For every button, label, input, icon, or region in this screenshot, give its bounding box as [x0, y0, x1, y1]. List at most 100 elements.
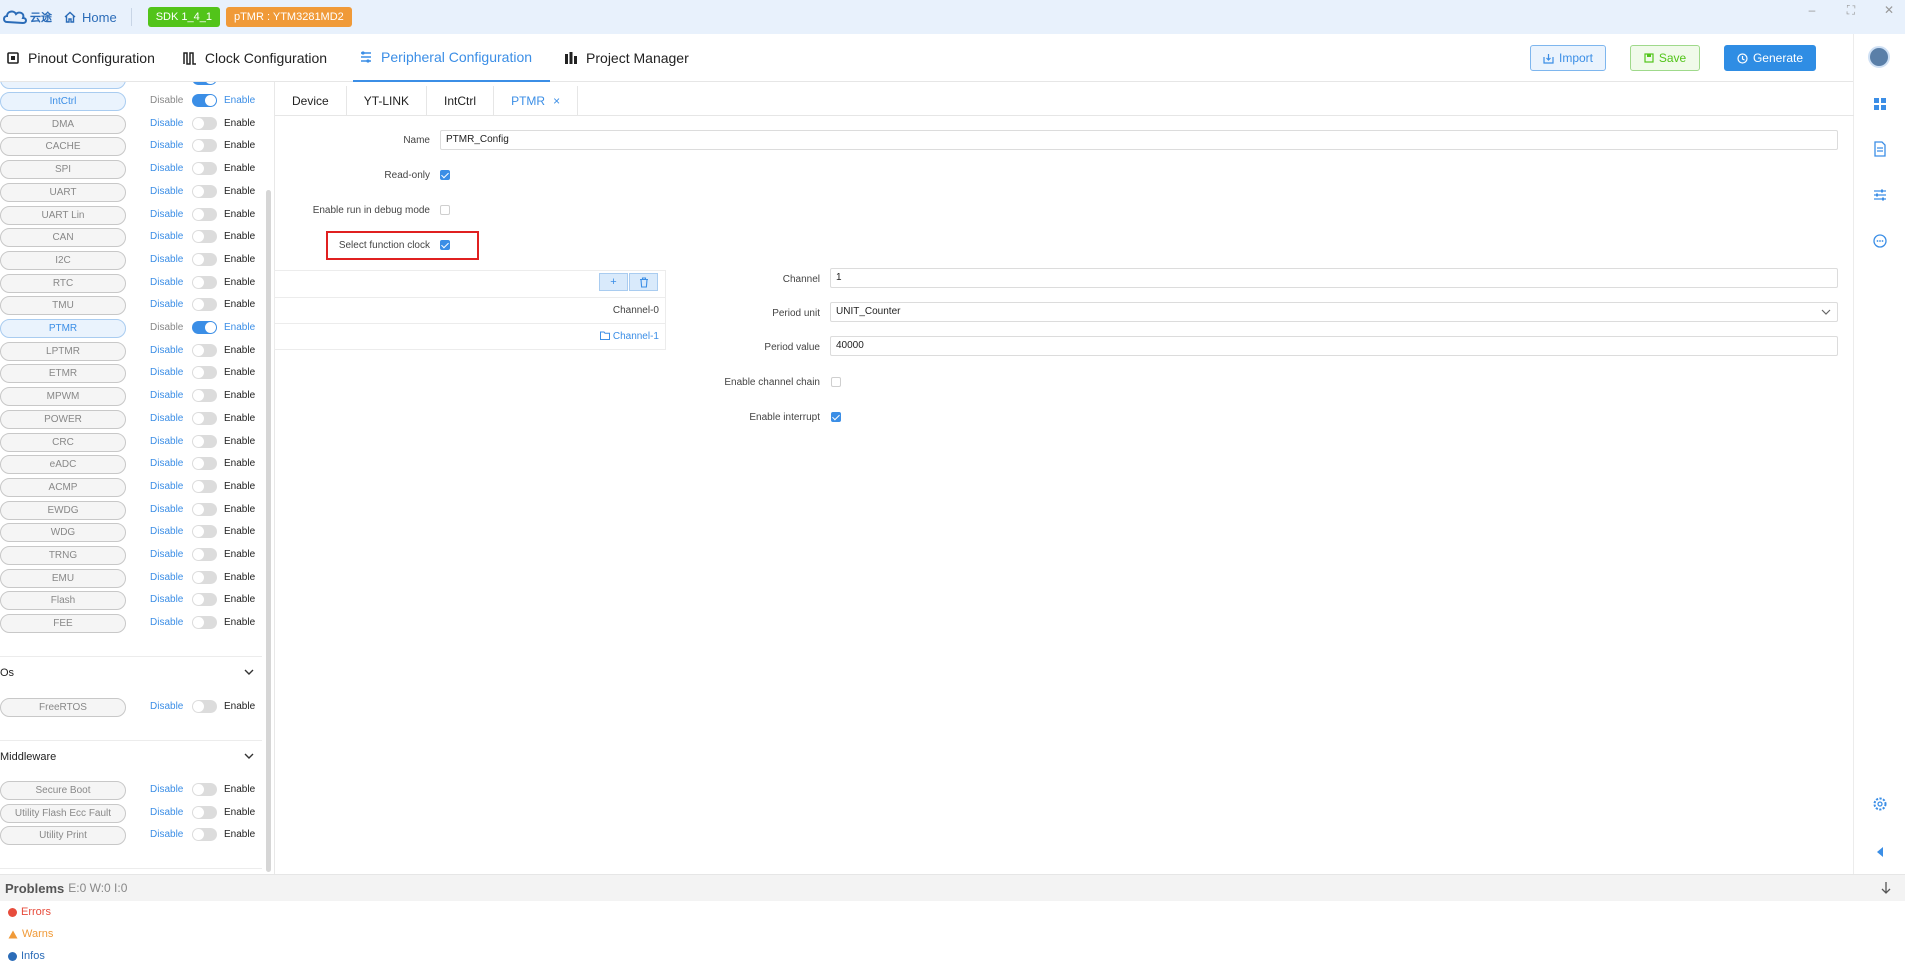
collapse-left-icon[interactable] — [1872, 844, 1888, 860]
peripheral-name[interactable]: MPWM — [0, 387, 126, 407]
sliders-icon[interactable] — [1872, 187, 1888, 203]
enable-toggle[interactable] — [192, 548, 217, 561]
disable-label[interactable]: Disable — [150, 277, 183, 288]
peripheral-name[interactable]: SPI — [0, 160, 126, 180]
disable-label[interactable]: Disable — [150, 617, 183, 628]
peripheral-name[interactable]: CAN — [0, 228, 126, 248]
disable-label[interactable]: Disable — [150, 186, 183, 197]
enable-label[interactable]: Enable — [224, 572, 255, 583]
enable-toggle[interactable] — [192, 434, 217, 448]
peripheral-name[interactable]: EMU — [0, 568, 126, 588]
save-button[interactable]: Save — [1630, 45, 1700, 71]
enable-toggle[interactable] — [192, 502, 217, 516]
enable-toggle[interactable] — [192, 230, 217, 244]
enable-toggle[interactable] — [192, 139, 217, 153]
nav-project-manager[interactable]: Project Manager — [558, 34, 707, 82]
home-link[interactable]: Home — [64, 8, 132, 26]
enable-toggle[interactable] — [192, 275, 217, 289]
disable-label[interactable]: Disable — [150, 829, 183, 840]
peripheral-name[interactable]: I2C — [0, 250, 126, 270]
disable-label[interactable]: Disable — [150, 254, 183, 265]
enable-toggle[interactable] — [192, 828, 217, 842]
minimize-button[interactable]: – — [1797, 0, 1827, 20]
disable-label[interactable]: Disable — [150, 299, 183, 310]
chat-icon[interactable] — [1872, 233, 1888, 249]
arrow-down-icon[interactable] — [1880, 881, 1892, 895]
function-clock-checkbox[interactable] — [440, 240, 450, 250]
enable-label[interactable]: Enable — [224, 549, 255, 560]
peripheral-name[interactable]: IntCtrl — [0, 92, 126, 111]
section-os[interactable]: Os — [0, 656, 262, 686]
peripheral-name[interactable]: TRNG — [0, 546, 126, 565]
peripheral-name[interactable]: ETMR — [0, 364, 126, 384]
disable-label[interactable]: Disable — [150, 367, 183, 378]
peripheral-name[interactable]: FreeRTOS — [0, 698, 126, 717]
enable-toggle[interactable] — [192, 162, 217, 176]
disable-label[interactable]: Disable — [150, 231, 183, 242]
peripheral-name[interactable]: TMU — [0, 296, 126, 316]
disable-label[interactable]: Disable — [150, 345, 183, 356]
peripheral-name[interactable]: DMA — [0, 114, 126, 134]
channel-chain-checkbox[interactable] — [831, 377, 841, 387]
tab-device[interactable]: Device — [275, 86, 347, 116]
peripheral-pill-partial[interactable] — [0, 82, 126, 89]
disable-label[interactable]: Disable — [150, 481, 183, 492]
peripheral-name[interactable]: RTC — [0, 273, 126, 293]
disable-label[interactable]: Disable — [150, 322, 183, 333]
enable-label[interactable]: Enable — [224, 390, 255, 401]
peripheral-name[interactable]: UART Lin — [0, 205, 126, 225]
enable-label[interactable]: Enable — [224, 277, 255, 288]
peripheral-name[interactable]: Flash — [0, 591, 126, 611]
errors-item[interactable]: Errors — [0, 901, 1905, 923]
enable-toggle[interactable] — [192, 525, 217, 539]
import-button[interactable]: Import — [1530, 45, 1606, 71]
avatar[interactable] — [1868, 46, 1890, 68]
disable-label[interactable]: Disable — [150, 784, 183, 795]
enable-label[interactable]: Enable — [224, 526, 255, 537]
peripheral-name[interactable]: Utility Flash Ecc Fault — [0, 803, 126, 823]
disable-label[interactable]: Disable — [150, 209, 183, 220]
disable-label[interactable]: Disable — [150, 807, 183, 818]
add-channel-button[interactable]: + — [599, 273, 628, 291]
enable-label[interactable]: Enable — [224, 458, 255, 469]
name-input[interactable]: PTMR_Config — [440, 130, 1838, 150]
close-tab-icon[interactable]: × — [553, 94, 560, 108]
enable-label[interactable]: Enable — [224, 481, 255, 492]
problems-header[interactable]: Problems E:0 W:0 I:0 — [0, 875, 1905, 901]
enable-label[interactable]: Enable — [224, 829, 255, 840]
disable-label[interactable]: Disable — [150, 458, 183, 469]
disable-label[interactable]: Disable — [150, 701, 183, 712]
disable-label[interactable]: Disable — [150, 572, 183, 583]
warns-item[interactable]: Warns — [0, 923, 1905, 945]
enable-label[interactable]: Enable — [224, 118, 255, 129]
enable-label[interactable]: Enable — [224, 594, 255, 605]
enable-toggle[interactable] — [192, 616, 217, 630]
peripheral-name[interactable]: PTMR — [0, 319, 126, 338]
delete-channel-button[interactable] — [629, 273, 658, 291]
left-panel-scrollbar[interactable] — [266, 190, 271, 872]
disable-label[interactable]: Disable — [150, 436, 183, 447]
list-item[interactable]: Channel-1 — [275, 323, 665, 349]
peripheral-name[interactable]: CACHE — [0, 137, 126, 157]
infos-item[interactable]: Infos — [0, 945, 1905, 967]
peripheral-name[interactable]: UART — [0, 182, 126, 202]
enable-label[interactable]: Enable — [224, 807, 255, 818]
enable-label[interactable]: Enable — [224, 299, 255, 310]
disable-label[interactable]: Disable — [150, 390, 183, 401]
enable-toggle[interactable] — [192, 700, 217, 713]
enable-label[interactable]: Enable — [224, 413, 255, 424]
channel-input[interactable]: 1 — [830, 268, 1838, 288]
enable-toggle[interactable] — [192, 389, 217, 403]
nav-pinout-configuration[interactable]: Pinout Configuration — [0, 34, 173, 82]
enable-toggle[interactable] — [192, 366, 217, 380]
enable-label[interactable]: Enable — [224, 504, 255, 515]
enable-toggle[interactable] — [192, 457, 217, 471]
tab-yt-link[interactable]: YT-LINK — [347, 86, 428, 116]
enable-toggle[interactable] — [192, 411, 217, 425]
enable-toggle[interactable] — [192, 570, 217, 584]
enable-label[interactable]: Enable — [224, 254, 255, 265]
enable-toggle[interactable] — [192, 94, 217, 107]
list-item[interactable]: Channel-0 — [275, 297, 665, 323]
disable-label[interactable]: Disable — [150, 526, 183, 537]
gear-icon[interactable] — [1872, 796, 1888, 812]
